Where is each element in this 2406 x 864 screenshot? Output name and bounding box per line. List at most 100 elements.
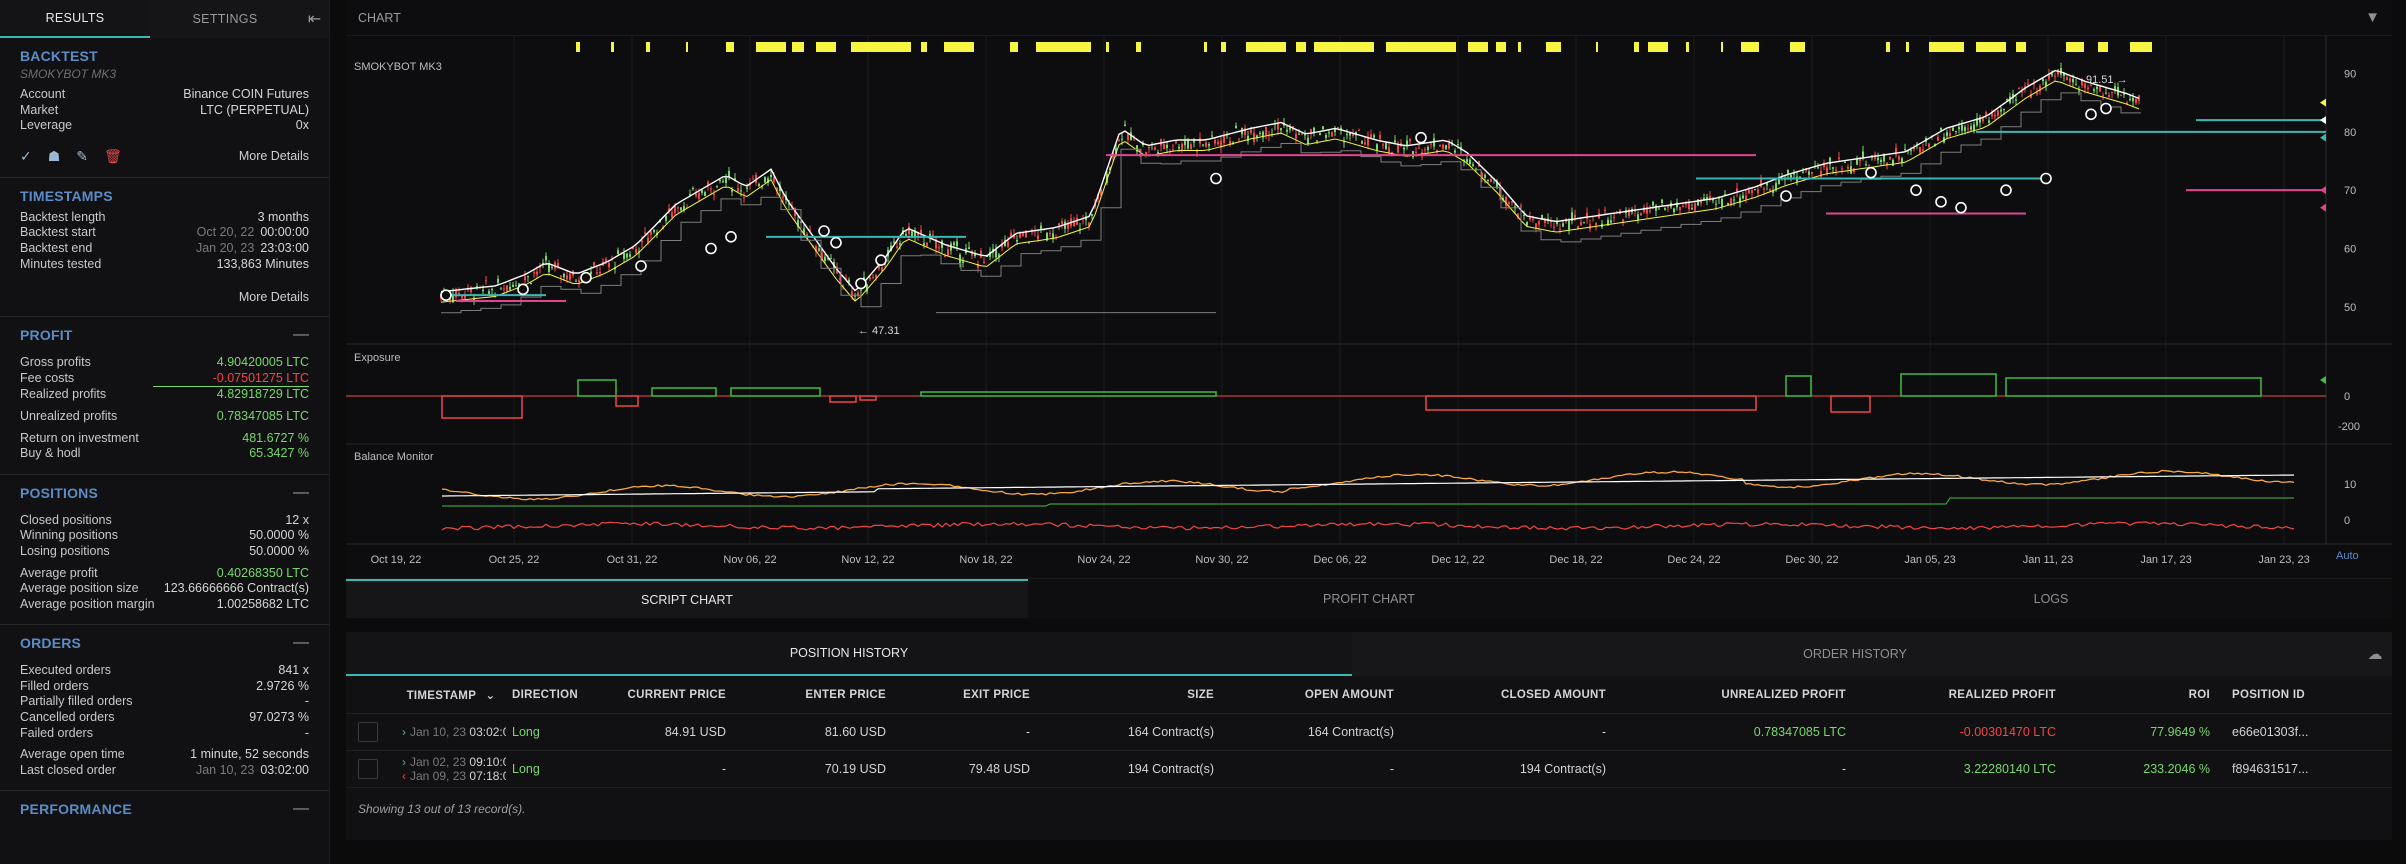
trash-icon[interactable]: 🗑 — [104, 148, 122, 165]
date-tick: Oct 25, 22 — [489, 554, 540, 566]
col-roi[interactable]: ROI — [2062, 689, 2216, 701]
tab-position-history[interactable]: POSITION HISTORY — [346, 632, 1352, 676]
candle-body — [743, 197, 745, 199]
col-closed-amount[interactable]: CLOSED AMOUNT — [1400, 689, 1612, 701]
candle-body — [1604, 209, 1606, 211]
price-tick: 90 — [2344, 69, 2356, 81]
date-tick: Dec 30, 22 — [1785, 554, 1838, 566]
col-realized-profit[interactable]: REALIZED PROFIT — [1852, 689, 2062, 701]
filter-icon[interactable]: ▼ — [2365, 9, 2380, 26]
tab-order-history[interactable]: ORDER HISTORY — [1352, 632, 2358, 676]
timestamps-more-details[interactable]: More Details — [20, 290, 309, 304]
candle-body — [1985, 112, 1987, 115]
signal-marker — [816, 42, 836, 52]
date-tick: Nov 12, 22 — [841, 554, 894, 566]
candle-body — [1508, 201, 1510, 204]
backtest-more-details[interactable]: More Details — [239, 149, 309, 163]
candle-body — [869, 277, 871, 280]
candle-body — [1121, 138, 1123, 140]
candle-body — [1538, 221, 1540, 225]
date-tick: Nov 30, 22 — [1195, 554, 1248, 566]
row-checkbox[interactable] — [358, 759, 378, 779]
tab-logs[interactable]: LOGS — [1710, 579, 2392, 618]
positions-title: POSITIONS — [20, 484, 99, 501]
signal-marker — [1721, 42, 1723, 52]
trade-marker — [580, 271, 592, 284]
unrealized-profits-row: Unrealized profits 0.78347085 LTC — [20, 408, 309, 423]
tab-settings[interactable]: SETTINGS — [150, 0, 300, 38]
candle-body — [953, 242, 955, 246]
candle-body — [1568, 220, 1570, 230]
collapse-positions-icon[interactable]: — — [293, 484, 309, 501]
candle-body — [695, 193, 697, 196]
col-enter-price[interactable]: ENTER PRICE — [732, 689, 892, 701]
candle-body — [968, 247, 970, 250]
candle-body — [1382, 144, 1384, 146]
script-chart[interactable]: SMOKYBOT MK3 Exposure Balance Monitor 90 80 7… — [346, 36, 2392, 578]
edit-icon[interactable]: ✎ — [76, 148, 88, 165]
trade-marker — [830, 236, 842, 249]
candle-body — [1469, 159, 1471, 165]
expand-chevron-icon[interactable]: › — [402, 725, 406, 739]
col-direction[interactable]: DIRECTION — [506, 689, 616, 701]
candle-body — [746, 187, 748, 189]
signal-marker — [1686, 42, 1689, 52]
candle-body — [524, 276, 526, 281]
candle-body — [1319, 133, 1321, 135]
col-open-amount[interactable]: OPEN AMOUNT — [1220, 689, 1400, 701]
check-icon[interactable]: ✓ — [20, 148, 32, 165]
candle-body — [1610, 220, 1612, 223]
col-size[interactable]: SIZE — [1036, 689, 1220, 701]
candle-body — [2018, 87, 2020, 89]
candle-body — [1532, 218, 1534, 220]
candle-body — [1118, 139, 1120, 141]
script-label: SMOKYBOT MK3 — [354, 61, 442, 73]
candle-body — [1394, 140, 1396, 143]
candle-body — [1742, 195, 1744, 199]
candle-body — [983, 262, 985, 264]
candle-body — [1526, 221, 1528, 226]
col-position-id[interactable]: POSITION ID — [2216, 689, 2392, 701]
chevron-down-icon[interactable]: ⌄ — [485, 690, 495, 702]
user-icon[interactable]: ☗ — [48, 148, 61, 165]
candle-body — [1208, 144, 1210, 146]
col-timestamp[interactable]: TIMESTAMP ⌄ — [396, 688, 506, 702]
cloud-download-icon[interactable]: ☁ — [2358, 632, 2392, 676]
col-current-price[interactable]: CURRENT PRICE — [616, 689, 732, 701]
candle-body — [2114, 86, 2116, 90]
sidebar: RESULTS SETTINGS ⇤ BACKTEST SMOKYBOT MK3… — [0, 0, 330, 864]
average-open-time-row: Average open time 1 minute, 52 seconds — [20, 747, 309, 762]
candle-body — [2093, 89, 2095, 91]
date-tick: Jan 17, 23 — [2140, 554, 2191, 566]
candle-body — [1613, 216, 1615, 218]
candle-body — [1721, 198, 1723, 207]
winning-positions-row: Winning positions 50.0000 % — [20, 528, 309, 543]
col-unrealized-profit[interactable]: UNREALIZED PROFIT — [1612, 689, 1852, 701]
candle-body — [1412, 151, 1414, 158]
tab-script-chart[interactable]: SCRIPT CHART — [346, 579, 1028, 618]
exposure-tick: 0 — [2344, 391, 2350, 403]
balance-label: Balance Monitor — [354, 451, 434, 463]
collapse-orders-icon[interactable]: — — [293, 635, 309, 651]
candle-body — [1295, 133, 1297, 139]
candle-body — [698, 193, 700, 199]
collapse-performance-icon[interactable]: — — [293, 801, 309, 817]
tab-profit-chart[interactable]: PROFIT CHART — [1028, 579, 1710, 618]
col-exit-price[interactable]: EXIT PRICE — [892, 689, 1036, 701]
table-row[interactable]: ›Jan 10, 23 03:02:00 Long 84.91 USD 81.6… — [346, 714, 2392, 751]
table-row[interactable]: ›Jan 02, 23 09:10:00 ‹Jan 09, 23 07:18:0… — [346, 751, 2392, 788]
candle-body — [1250, 129, 1252, 133]
candle-body — [2087, 87, 2089, 89]
collapse-profit-icon[interactable]: — — [293, 327, 309, 343]
signal-marker — [921, 42, 927, 52]
candle-body — [752, 178, 754, 180]
tab-results[interactable]: RESULTS — [0, 0, 150, 38]
collapse-sidebar-icon[interactable]: ⇤ — [300, 0, 329, 38]
candle-body — [1997, 110, 1999, 117]
candle-body — [923, 243, 925, 245]
candle-body — [1955, 130, 1957, 132]
expand-chevron-icon[interactable]: › — [402, 755, 406, 769]
candle-body — [1235, 125, 1237, 129]
backtest-actions: ✓ ☗ ✎ 🗑 More Details — [20, 148, 309, 165]
row-checkbox[interactable] — [358, 722, 378, 742]
